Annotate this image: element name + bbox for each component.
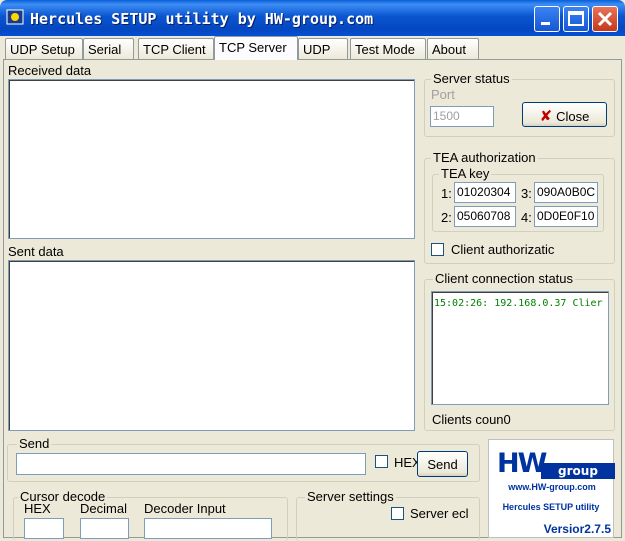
server-echo-checkbox[interactable] — [391, 507, 404, 520]
sent-data-label: Sent data — [8, 244, 64, 259]
client-status-title: Client connection status — [433, 271, 576, 286]
close-button-label: Close — [556, 109, 590, 124]
tea-key-4-label: 4: — [521, 210, 532, 225]
tea-key-3-label: 3: — [521, 186, 532, 201]
received-data-area[interactable] — [8, 79, 415, 239]
tab-tcp-server[interactable]: TCP Server — [214, 36, 298, 60]
version-text: Versior2.7.5 — [543, 522, 611, 536]
app-icon — [6, 8, 24, 26]
tea-key-1-label: 1: — [441, 186, 452, 201]
port-input[interactable]: 1500 — [430, 106, 494, 127]
group-brand-text: group — [541, 463, 615, 479]
close-window-button[interactable] — [592, 6, 618, 32]
tea-key-2-label: 2: — [441, 210, 452, 225]
server-echo-label: Server ecl — [410, 506, 469, 521]
send-input[interactable] — [16, 453, 366, 475]
hw-group-logo: HW group www.HW-group.com Hercules SETUP… — [488, 439, 615, 538]
client-log-list[interactable]: 15:02:26: 192.168.0.37 Clier — [431, 291, 609, 405]
tea-authorization-title: TEA authorization — [431, 150, 538, 165]
tab-test-mode[interactable]: Test Mode — [350, 38, 426, 59]
sent-data-area[interactable] — [8, 260, 415, 431]
cursor-hex-input[interactable] — [24, 518, 64, 539]
cursor-decimal-input[interactable] — [80, 518, 129, 539]
tab-tcp-client[interactable]: TCP Client — [138, 38, 214, 59]
decoder-input-label: Decoder Input — [144, 501, 226, 516]
window-title: Hercules SETUP utility by HW-group.com — [30, 10, 374, 28]
tea-key-1-input[interactable]: 01020304 — [454, 182, 516, 203]
decoder-input-field[interactable] — [144, 518, 272, 539]
client-log-entry: 15:02:26: 192.168.0.37 Clier — [434, 298, 603, 309]
close-icon — [597, 11, 613, 27]
product-name-text: Hercules SETUP utility — [502, 502, 600, 512]
close-x-icon: ✘ — [539, 108, 553, 125]
received-data-label: Received data — [8, 63, 92, 78]
hw-brand-text: HW — [497, 448, 547, 479]
tab-udp-setup[interactable]: UDP Setup — [5, 38, 83, 59]
close-server-button[interactable]: ✘ Close — [522, 102, 607, 127]
port-label: Port — [431, 87, 455, 102]
cursor-hex-label: HEX — [24, 501, 51, 516]
minimize-icon — [541, 22, 550, 25]
client-authorization-checkbox[interactable] — [431, 243, 444, 256]
server-status-title: Server status — [431, 71, 512, 86]
maximize-icon — [568, 11, 584, 26]
tea-key-title: TEA key — [439, 166, 492, 181]
client-authorization-label: Client authorizatic — [451, 242, 555, 257]
send-hex-checkbox[interactable] — [375, 455, 388, 468]
server-settings-title: Server settings — [305, 489, 396, 504]
hw-url-text: www.HW-group.com — [508, 482, 596, 492]
clients-count-label: Clients coun0 — [432, 412, 511, 427]
hw-logo-mark: HW group — [497, 448, 615, 479]
tea-key-3-input[interactable]: 090A0B0C — [534, 182, 598, 203]
tab-udp[interactable]: UDP — [298, 38, 348, 59]
tab-about[interactable]: About — [427, 38, 479, 59]
tab-serial[interactable]: Serial — [83, 38, 134, 59]
send-button[interactable]: Send — [417, 451, 468, 477]
tea-key-4-input[interactable]: 0D0E0F10 — [534, 206, 598, 227]
cursor-decimal-label: Decimal — [80, 501, 127, 516]
tea-key-2-input[interactable]: 05060708 — [454, 206, 516, 227]
send-title: Send — [17, 436, 52, 451]
maximize-button[interactable] — [563, 6, 589, 32]
minimize-button[interactable] — [534, 6, 560, 32]
